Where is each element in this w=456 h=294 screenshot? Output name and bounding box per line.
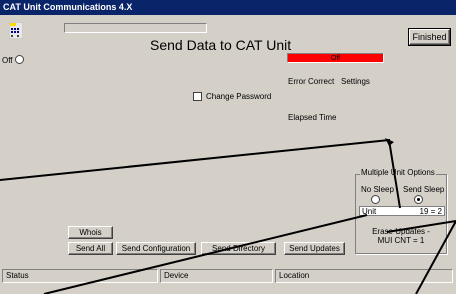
change-password-checkbox[interactable]	[193, 92, 202, 101]
change-password-label: Change Password	[206, 92, 272, 101]
unit-field[interactable]: Unit 19 = 2	[359, 206, 445, 216]
top-field	[64, 23, 207, 33]
window-title: CAT Unit Communications 4.X	[0, 0, 456, 15]
send-all-button[interactable]: Send All	[68, 242, 113, 255]
main-window: Send Data to CAT Unit Finished Off Off E…	[0, 15, 456, 294]
device-cell: Device	[160, 269, 273, 283]
multi-unit-note: Erase Updates - MUI CNT = 1	[372, 227, 430, 245]
finished-button[interactable]: Finished	[408, 28, 451, 46]
power-radio[interactable]	[15, 55, 24, 64]
multi-unit-legend: Multiple Unit Options	[360, 168, 436, 177]
send-sleep-label: Send Sleep	[403, 185, 445, 194]
page-title: Send Data to CAT Unit	[150, 37, 292, 53]
status-cell: Status	[2, 269, 158, 283]
unit-label: Unit	[362, 207, 377, 216]
no-sleep-label: No Sleep	[361, 185, 394, 194]
settings-label: Settings	[341, 77, 370, 86]
power-label: Off	[2, 56, 13, 65]
error-correct-label: Error Correct	[288, 77, 335, 86]
status-indicator: Off	[288, 54, 384, 63]
elapsed-time-label: Elapsed Time	[288, 113, 337, 122]
app-grid-icon	[8, 21, 24, 40]
no-sleep-radio[interactable]	[371, 195, 380, 204]
whois-button[interactable]: Whois	[68, 226, 113, 239]
unit-value: 19 = 2	[419, 207, 442, 216]
send-configuration-button[interactable]: Send Configuration	[116, 242, 196, 255]
send-sleep-radio[interactable]	[414, 195, 423, 204]
send-directory-button[interactable]: Send Directory	[201, 242, 276, 255]
status-indicator-text: Off	[330, 55, 341, 62]
send-updates-button[interactable]: Send Updates	[284, 242, 345, 255]
location-cell: Location	[275, 269, 453, 283]
